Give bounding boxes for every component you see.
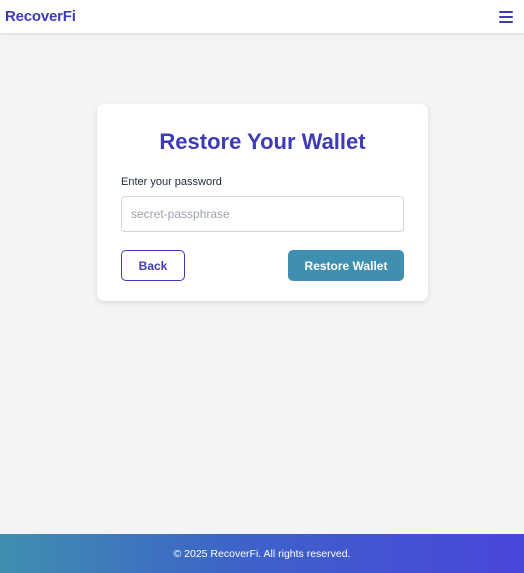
footer: © 2025 RecoverFi. All rights reserved. <box>0 534 524 573</box>
password-input[interactable] <box>121 196 404 232</box>
menu-icon-bar <box>499 10 513 13</box>
menu-icon-bar <box>499 20 513 23</box>
top-navbar: RecoverFi <box>0 0 524 33</box>
password-label: Enter your password <box>121 176 222 188</box>
restore-wallet-card: Restore Your Wallet Enter your password … <box>97 104 428 301</box>
page: RecoverFi Restore Your Wallet Enter your… <box>0 0 524 573</box>
restore-wallet-button[interactable]: Restore Wallet <box>288 250 404 281</box>
brand-logo-link[interactable]: RecoverFi <box>5 8 76 25</box>
card-title: Restore Your Wallet <box>159 129 366 154</box>
menu-icon-bar <box>499 15 513 18</box>
back-button[interactable]: Back <box>121 250 185 281</box>
card-actions: Back Restore Wallet <box>121 250 404 281</box>
hamburger-menu-icon[interactable] <box>499 10 513 23</box>
footer-copyright: © 2025 RecoverFi. All rights reserved. <box>173 547 351 560</box>
